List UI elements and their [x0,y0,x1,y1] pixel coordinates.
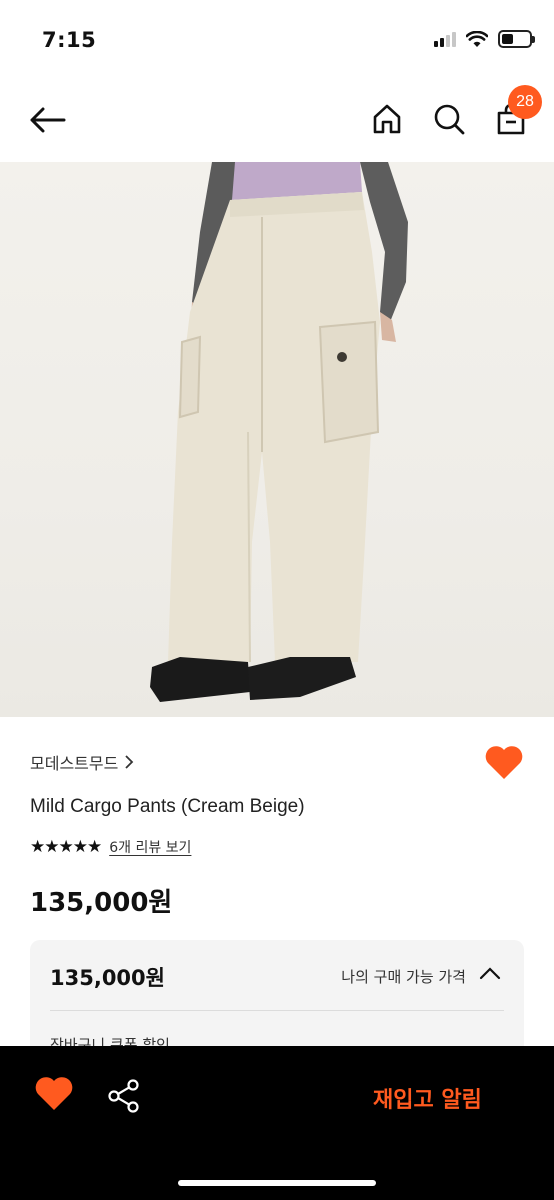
brand-link[interactable]: 모데스트무드 [30,750,134,774]
wishlist-button[interactable] [484,745,524,785]
heart-icon [35,1077,73,1110]
panel-price: 135,000원 [50,966,165,990]
home-icon [373,104,401,134]
panel-divider [50,1010,504,1011]
wifi-icon [466,30,488,47]
bottom-action-bar: 재입고 알림 [0,1046,554,1200]
back-arrow-icon [30,107,66,133]
home-indicator[interactable] [178,1180,376,1186]
product-price: 135,000원 [30,888,173,918]
restock-alert-button[interactable]: 재입고 알림 [373,1082,482,1114]
heart-icon [485,746,523,779]
back-button[interactable] [22,98,72,142]
brand-name: 모데스트무드 [30,754,119,773]
product-photo [150,162,408,702]
search-icon [434,104,465,135]
home-button[interactable] [366,96,408,142]
app-header [0,80,554,162]
product-image[interactable] [0,162,554,717]
search-button[interactable] [428,96,470,142]
product-name: Mild Cargo Pants (Cream Beige) [30,796,305,817]
cart-count-badge: 28 [508,85,542,119]
status-bar: 7:15 [0,0,554,80]
bottom-wishlist-button[interactable] [34,1076,74,1116]
status-time: 7:15 [42,28,97,52]
signal-icon [434,31,456,47]
panel-price-label[interactable]: 나의 구매 가능 가격 [341,966,466,987]
battery-icon [498,30,535,48]
share-icon [108,1079,139,1113]
chevron-up-icon[interactable] [478,962,502,986]
rating-stars: ★★★★★ [30,837,102,857]
rating-row: ★★★★★ 6개 리뷰 보기 [30,837,191,857]
review-link[interactable]: 6개 리뷰 보기 [109,837,191,857]
share-button[interactable] [106,1078,142,1114]
status-icons [434,30,535,48]
chevron-right-icon [125,755,134,769]
